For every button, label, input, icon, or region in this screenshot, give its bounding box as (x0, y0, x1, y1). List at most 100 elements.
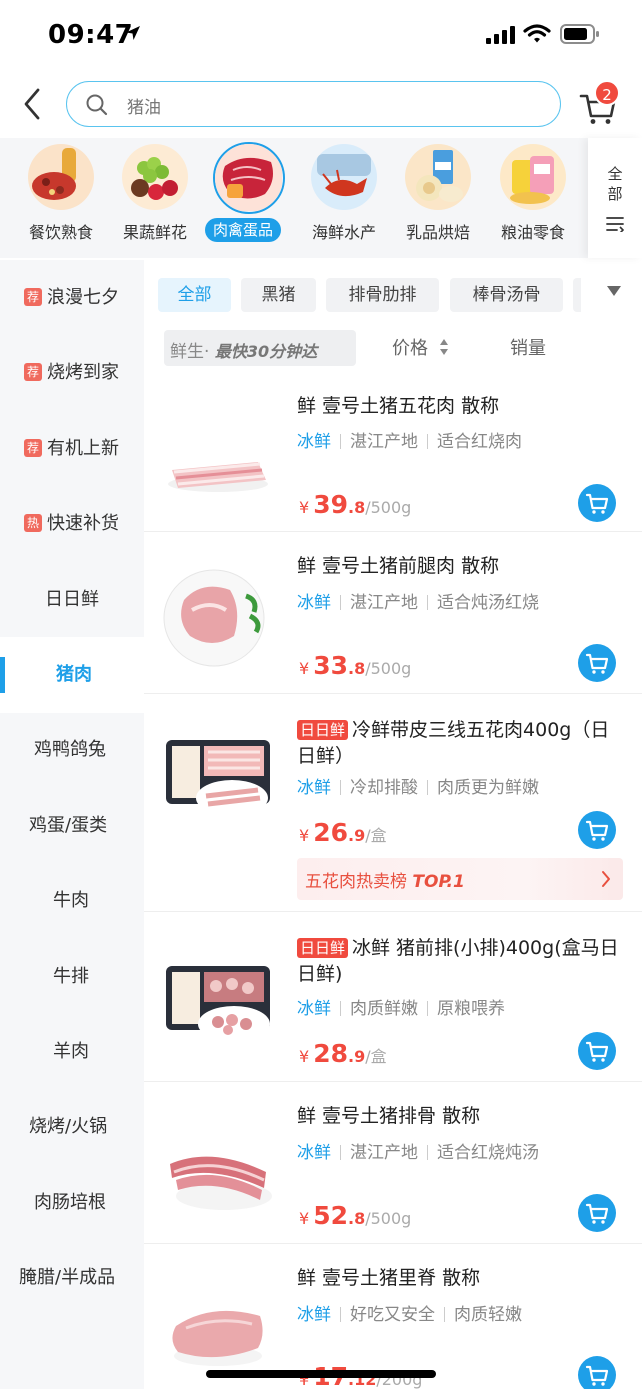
sidebar-item-daily-fresh[interactable]: 日日鲜 (0, 562, 144, 638)
signal-icon (486, 26, 515, 44)
sidebar-item-organic-new[interactable]: 荐 有机上新 (0, 411, 144, 487)
ranking-position: TOP.1 (412, 872, 465, 892)
price-integer: 28 (313, 1039, 348, 1068)
chilled-tag: 冰鲜 (297, 999, 331, 1019)
all-categories-button[interactable]: 全部 (588, 138, 642, 258)
search-icon (86, 94, 108, 116)
sidebar-item-quick-restock[interactable]: 热 快速补货 (0, 486, 144, 562)
category-label: 餐饮熟食 (28, 223, 93, 242)
sidebar-item-bbq-home[interactable]: 荐 烧烤到家 (0, 335, 144, 411)
all-categories-label: 全部 (607, 165, 623, 203)
filter-expand-icon[interactable] (606, 285, 622, 297)
fresh-slogan: 最快30分钟达 (214, 342, 318, 361)
filter-chip-partial[interactable] (573, 278, 581, 312)
product-image (163, 569, 265, 667)
sidebar-item-pork[interactable]: 猪肉 (0, 637, 144, 713)
product-tag: 湛江产地 (350, 432, 418, 452)
add-to-cart-button[interactable] (578, 644, 616, 682)
product-title: 鲜 壹号土猪里脊 散称 (297, 1265, 627, 1291)
category-dairy-bakery[interactable]: 乳品烘焙 (393, 144, 483, 254)
product-price: ¥28.9/盒 (299, 1039, 387, 1068)
sidebar-item-label: 浪漫七夕 (47, 287, 119, 308)
sort-arrows-icon (440, 339, 448, 355)
filter-chip-black-pig[interactable]: 黑猪 (241, 278, 316, 312)
chilled-tag: 冰鲜 (297, 778, 331, 798)
back-button[interactable] (18, 84, 50, 124)
product-title: 鲜 壹号土猪前腿肉 散称 (297, 553, 627, 579)
product-title: 日日鲜 冰鲜 猪前排(小排)400g(盒马日日鲜) (297, 935, 627, 987)
filter-chip-soup-bones[interactable]: 棒骨汤骨 (450, 278, 563, 312)
price-decimal: .8 (347, 498, 366, 517)
filter-chip-ribs[interactable]: 排骨肋排 (326, 278, 439, 312)
search-input[interactable]: 猪油 (66, 81, 561, 127)
sidebar-item-label: 鸡蛋/蛋类 (29, 815, 108, 836)
category-catering[interactable]: 餐饮熟食 (16, 144, 106, 254)
sidebar-item-label: 牛肉 (53, 890, 89, 911)
category-meat-eggs[interactable]: 肉禽蛋品 (204, 142, 294, 254)
category-image (28, 144, 94, 210)
category-label: 果蔬鲜花 (122, 223, 187, 242)
chevron-right-icon (602, 871, 610, 887)
price-decimal: .8 (347, 1209, 366, 1228)
product-card[interactable]: 日日鲜 冷鲜带皮三线五花肉400g（日日鲜） 冰鲜 冷却排酸 肉质更为鲜嫩 ¥26.9… (144, 694, 642, 912)
status-bar: 09:47 (0, 0, 642, 70)
category-image (122, 144, 188, 210)
home-indicator[interactable] (206, 1370, 436, 1378)
add-to-cart-button[interactable] (578, 1356, 616, 1389)
sidebar-item-romantic-qixi[interactable]: 荐 浪漫七夕 (0, 260, 144, 336)
category-image (405, 144, 471, 210)
list-icon (606, 217, 624, 232)
product-tag: 湛江产地 (350, 1143, 418, 1163)
sidebar-item-steak[interactable]: 牛排 (0, 939, 144, 1015)
add-to-cart-button[interactable] (578, 484, 616, 522)
sidebar-item-poultry[interactable]: 鸡鸭鸽兔 (0, 712, 144, 788)
price-unit: /500g (365, 659, 412, 678)
product-image (172, 1310, 263, 1366)
hot-ranking-banner[interactable]: 五花肉热卖榜 TOP.1 (297, 858, 623, 900)
product-title-text: 鲜 壹号土猪前腿肉 散称 (297, 555, 500, 577)
recommend-tag: 荐 (24, 288, 42, 306)
search-header: 猪油 2 (0, 74, 642, 134)
currency-symbol: ¥ (299, 498, 310, 517)
add-to-cart-button[interactable] (578, 811, 616, 849)
sidebar-item-label: 牛排 (53, 966, 89, 987)
sidebar-item-sausage-bacon[interactable]: 肉肠培根 (0, 1165, 144, 1241)
sort-by-price[interactable]: 价格 (392, 334, 428, 360)
price-integer: 39 (313, 490, 348, 519)
price-integer: 52 (313, 1201, 348, 1230)
location-arrow-icon (126, 26, 140, 40)
category-produce[interactable]: 果蔬鲜花 (110, 144, 200, 254)
filter-chip-all[interactable]: 全部 (158, 278, 231, 312)
product-tags: 冰鲜 湛江产地 适合红烧炖汤 (297, 1138, 539, 1163)
sidebar-item-cured-semi[interactable]: 腌腊/半成品 (0, 1240, 144, 1316)
sidebar-item-lamb[interactable]: 羊肉 (0, 1014, 144, 1090)
product-image (168, 462, 268, 492)
fresh-delivery-tag[interactable]: 鲜生· 最快30分钟达 (164, 330, 356, 366)
sort-by-sales[interactable]: 销量 (510, 334, 546, 360)
product-tag: 肉质鲜嫩 (350, 999, 418, 1019)
product-image (166, 740, 270, 816)
sidebar-item-beef[interactable]: 牛肉 (0, 863, 144, 939)
product-tag: 适合红烧炖汤 (437, 1143, 539, 1163)
daily-fresh-badge: 日日鲜 (297, 938, 349, 958)
product-card[interactable]: 鲜 壹号土猪前腿肉 散称 冰鲜 湛江产地 适合炖汤红烧 ¥33.8/500g (144, 532, 642, 694)
product-card[interactable]: 鲜 壹号土猪排骨 散称 冰鲜 湛江产地 适合红烧炖汤 ¥52.8/500g (144, 1082, 642, 1244)
product-card[interactable]: 鲜 壹号土猪五花肉 散称 冰鲜 湛江产地 适合红烧肉 ¥39.8/500g (144, 380, 642, 532)
sidebar-item-bbq-hotpot[interactable]: 烧烤/火锅 (0, 1089, 144, 1165)
add-to-cart-icon (585, 1041, 609, 1062)
product-card[interactable]: 鲜 壹号土猪里脊 散称 冰鲜好吃又安全肉质轻嫩 ¥17.12/200g (144, 1244, 642, 1389)
ranking-label: 五花肉热卖榜 (305, 872, 407, 892)
product-card[interactable]: 日日鲜 冰鲜 猪前排(小排)400g(盒马日日鲜) 冰鲜 肉质鲜嫩 原粮喂养 ¥28.… (144, 912, 642, 1082)
add-to-cart-button[interactable] (578, 1032, 616, 1070)
product-title: 鲜 壹号土猪排骨 散称 (297, 1103, 627, 1129)
sidebar-item-eggs[interactable]: 鸡蛋/蛋类 (0, 788, 144, 864)
category-grain-snacks[interactable]: 粮油零食 (488, 144, 578, 254)
add-to-cart-button[interactable] (578, 1194, 616, 1232)
chilled-tag: 冰鲜 (297, 1305, 331, 1325)
chilled-tag: 冰鲜 (297, 1143, 331, 1163)
category-seafood[interactable]: 海鲜水产 (299, 144, 389, 254)
price-decimal: .8 (347, 659, 366, 678)
battery-icon (560, 24, 599, 44)
sidebar-item-label: 烧烤到家 (47, 362, 119, 383)
wifi-icon (523, 24, 551, 43)
